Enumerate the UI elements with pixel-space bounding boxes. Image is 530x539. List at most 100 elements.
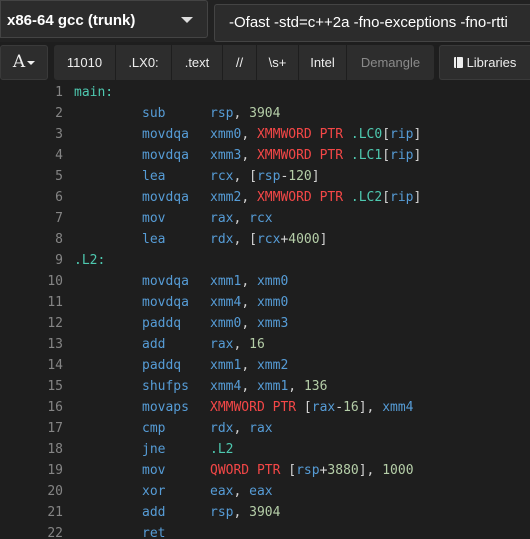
code-line[interactable]: 8 lea rdx, [rcx+4000] [0,229,530,250]
instruction-operands: rsp, 3904 [210,502,280,523]
filter-whitespace-button[interactable]: \s+ [257,45,299,80]
code-line[interactable]: 18 jne .L2 [0,439,530,460]
compiler-options-input[interactable]: -Ofast -std=c++2a -fno-exceptions -fno-r… [214,4,530,42]
code-line[interactable]: 14 paddq xmm1, xmm2 [0,355,530,376]
line-number: 8 [55,232,63,247]
punctuation: , [233,337,250,352]
code-line[interactable]: 5 lea rcx, [rsp-120] [0,166,530,187]
output-toolbar: A 11010 .LX0: .text // \s+ Intel Demangl… [0,42,530,82]
punctuation: , [ [233,169,257,184]
instruction-mnemonic: xor [142,484,166,499]
code-line[interactable]: 9 .L2: [0,250,530,271]
register: eax [210,484,234,499]
code-line[interactable]: 7 mov rax, rcx [0,208,530,229]
number: 3880 [327,463,359,478]
code-line[interactable]: 2 sub rsp, 3904 [0,103,530,124]
instruction-operands: rax, rcx [210,208,273,229]
punctuation: [ [288,463,297,478]
code-line[interactable]: 11 movdqa xmm4, xmm0 [0,292,530,313]
punctuation: , [241,316,257,331]
line-number: 22 [47,526,63,539]
instruction-mnemonic: add [142,337,166,352]
filter-directives-button[interactable]: .text [172,45,223,80]
punctuation: , [233,106,250,121]
pointer-keyword: XMMWORD PTR [210,400,304,415]
font-icon: A [12,52,26,72]
instruction-operands: xmm4, xmm1, 136 [210,376,327,397]
line-number: 5 [55,169,63,184]
code-line[interactable]: 12 paddq xmm0, xmm3 [0,313,530,334]
instruction-operands: xmm0, XMMWORD PTR .LC0[rip] [210,124,421,145]
line-number: 3 [55,127,63,142]
output-filters: 11010 .LX0: .text // \s+ Intel Demangle [54,45,434,80]
code-line[interactable]: 21 add rsp, 3904 [0,502,530,523]
number: 1000 [382,463,414,478]
code-line[interactable]: 16 movaps XMMWORD PTR [rax-16], xmm4 [0,397,530,418]
number: 3904 [249,106,281,121]
register: rcx [210,169,234,184]
instruction-mnemonic: movdqa [142,190,189,205]
filter-labels-button[interactable]: .LX0: [116,45,172,80]
code-line[interactable]: 22 ret [0,523,530,539]
caret-down-icon[interactable] [181,17,193,23]
pointer-keyword: XMMWORD PTR [256,148,351,163]
line-number: 12 [47,316,63,331]
number: 136 [303,379,328,394]
instruction-mnemonic: lea [142,169,166,184]
line-number: 2 [55,106,63,121]
filter-demangle-button[interactable]: Demangle [347,45,434,80]
number: 120 [288,169,312,184]
instruction-mnemonic: movdqa [142,295,189,310]
punctuation: , [241,295,257,310]
assembly-output[interactable]: 1 main: 2 sub rsp, 3904 3 movdqa xmm0, XMMWORD … [0,82,530,539]
code-line[interactable]: 17 cmp rdx, rax [0,418,530,439]
line-number: 19 [47,463,63,478]
register: rax [210,211,234,226]
line-number: 16 [47,400,63,415]
filter-comments-button[interactable]: // [223,45,257,80]
punctuation: , [233,211,250,226]
instruction-operands: eax, eax [210,481,273,502]
register: rsp [210,505,234,520]
code-line[interactable]: 10 movdqa xmm1, xmm0 [0,271,530,292]
code-line[interactable]: 20 xor eax, eax [0,481,530,502]
instruction-operands: XMMWORD PTR [rax-16], xmm4 [210,397,414,418]
code-line[interactable]: 3 movdqa xmm0, XMMWORD PTR .LC0[rip] [0,124,530,145]
code-line[interactable]: 1 main: [0,82,530,103]
compiler-select[interactable]: x86-64 gcc (trunk) [0,0,208,38]
compiler-bar: x86-64 gcc (trunk) -Ofast -std=c++2a -fn… [0,0,530,43]
code-line[interactable]: 13 add rax, 16 [0,334,530,355]
punctuation: , [241,379,257,394]
punctuation: [ [303,400,312,415]
filter-intel-button[interactable]: Intel [299,45,347,80]
punctuation: ] [311,169,320,184]
instruction-operands: .L2 [210,439,233,460]
libraries-button[interactable]: Libraries [439,45,530,80]
instruction-operands: rdx, rax [210,418,273,439]
instruction-operands: xmm0, xmm3 [210,313,288,334]
instruction-mnemonic: lea [142,232,166,247]
instruction-mnemonic: ret [142,526,166,539]
instruction-mnemonic: mov [142,463,166,478]
code-line[interactable]: 19 mov QWORD PTR [rsp+3880], 1000 [0,460,530,481]
pointer-keyword: QWORD PTR [210,463,289,478]
libraries-label: Libraries [466,55,517,70]
line-number: 10 [47,274,63,289]
punctuation: ] [413,127,422,142]
instruction-operands: xmm3, XMMWORD PTR .LC1[rip] [210,145,421,166]
instruction-mnemonic: add [142,505,166,520]
number: 4000 [288,232,320,247]
code-line[interactable]: 4 movdqa xmm3, XMMWORD PTR .LC1[rip] [0,145,530,166]
punctuation: , [241,190,257,205]
code-line[interactable]: 15 shufps xmm4, xmm1, 136 [0,376,530,397]
instruction-operands: xmm2, XMMWORD PTR .LC2[rip] [210,187,421,208]
filter-binary-button[interactable]: 11010 [54,45,116,80]
code-label: .L2: [74,253,106,268]
punctuation: [ [382,127,391,142]
label-ref: .LC0 [350,127,383,142]
instruction-mnemonic: cmp [142,421,166,436]
register: rdx [210,232,234,247]
code-line[interactable]: 6 movdqa xmm2, XMMWORD PTR .LC2[rip] [0,187,530,208]
font-size-button[interactable]: A [0,45,48,80]
punctuation: , [233,421,250,436]
